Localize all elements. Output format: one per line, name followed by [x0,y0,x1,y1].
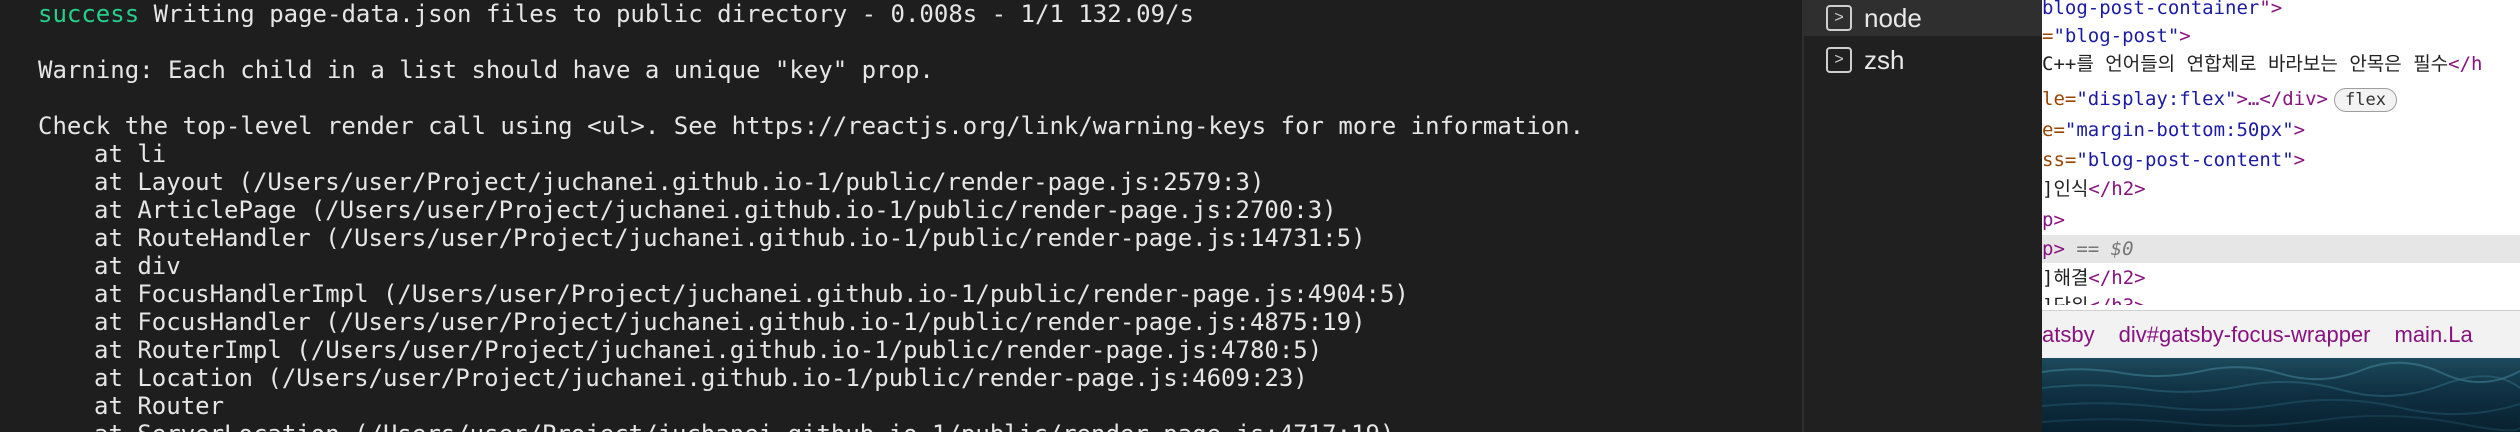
dom-node[interactable]: ss="blog-post-content"> [2042,146,2520,174]
stack-frame: at Location (/Users/user/Project/juchane… [94,364,1308,392]
dom-node[interactable]: e="margin-bottom:50px"> [2042,116,2520,144]
breadcrumb-item[interactable]: atsby [2042,322,2095,347]
check-line: Check the top-level render call using <u… [38,112,1585,140]
dom-node[interactable]: blog-post-container"> [2042,0,2520,22]
breadcrumb-item[interactable]: main.La [2395,322,2473,347]
success-message: Writing page-data.json files to public d… [139,0,1194,28]
stack-frame: at ArticlePage (/Users/user/Project/juch… [94,196,1337,224]
shell-item-label: zsh [1864,44,1905,75]
stack-frame: at FocusHandler (/Users/user/Project/juc… [94,308,1366,336]
terminal-prompt-icon: > [1826,47,1852,73]
dom-breadcrumb: atsby div#gatsby-focus-wrapper main.La [2042,310,2520,359]
stack-frame: at RouteHandler (/Users/user/Project/juc… [94,224,1366,252]
dom-node[interactable]: C++를 언어들의 연합체로 바라보는 안목은 필수</h [2042,50,2520,78]
shell-item-label: node [1864,2,1922,33]
stack-frame: at li [94,140,167,168]
stack-frame: at RouterImpl (/Users/user/Project/jucha… [94,336,1323,364]
dom-node[interactable]: le="display:flex">…</div> flex [2042,85,2520,113]
dom-node[interactable]: ="blog-post"> [2042,22,2520,50]
dom-node[interactable]: ]해결</h2> [2042,264,2520,292]
desktop-wallpaper [2042,358,2520,432]
dom-tree: blog-post-container"> ="blog-post"> C++를… [2042,0,2520,305]
dom-node[interactable]: p> [2042,206,2520,234]
breadcrumb-item[interactable]: div#gatsby-focus-wrapper [2119,322,2371,347]
stack-frame: at FocusHandlerImpl (/Users/user/Project… [94,280,1409,308]
stack-frame: at ServerLocation (/Users/user/Project/j… [94,420,1394,432]
stack-frame: at Layout (/Users/user/Project/juchanei.… [94,168,1265,196]
terminal-shell-list: > node > zsh [1802,0,2044,432]
dom-node-selected[interactable]: p> == $0 [2042,235,2520,263]
stack-frame: at div [94,252,181,280]
devtools-elements-panel: blog-post-container"> ="blog-post"> C++를… [2042,0,2520,432]
success-keyword: success [38,0,140,28]
flex-badge[interactable]: flex [2334,87,2397,112]
stack-frame: at Router [94,392,225,420]
terminal-prompt-icon: > [1826,5,1852,31]
shell-item-node[interactable]: > node [1804,0,2044,36]
shell-item-zsh[interactable]: > zsh [1804,42,2044,78]
success-line: success Writing page-data.json files to … [38,0,1194,28]
warning-line: Warning: Each child in a list should hav… [38,56,934,84]
dom-node[interactable]: ]단위</h3> [2042,292,2520,305]
dom-node[interactable]: ]인식</h2> [2042,175,2520,203]
terminal-output[interactable]: success Writing page-data.json files to … [0,0,1802,432]
